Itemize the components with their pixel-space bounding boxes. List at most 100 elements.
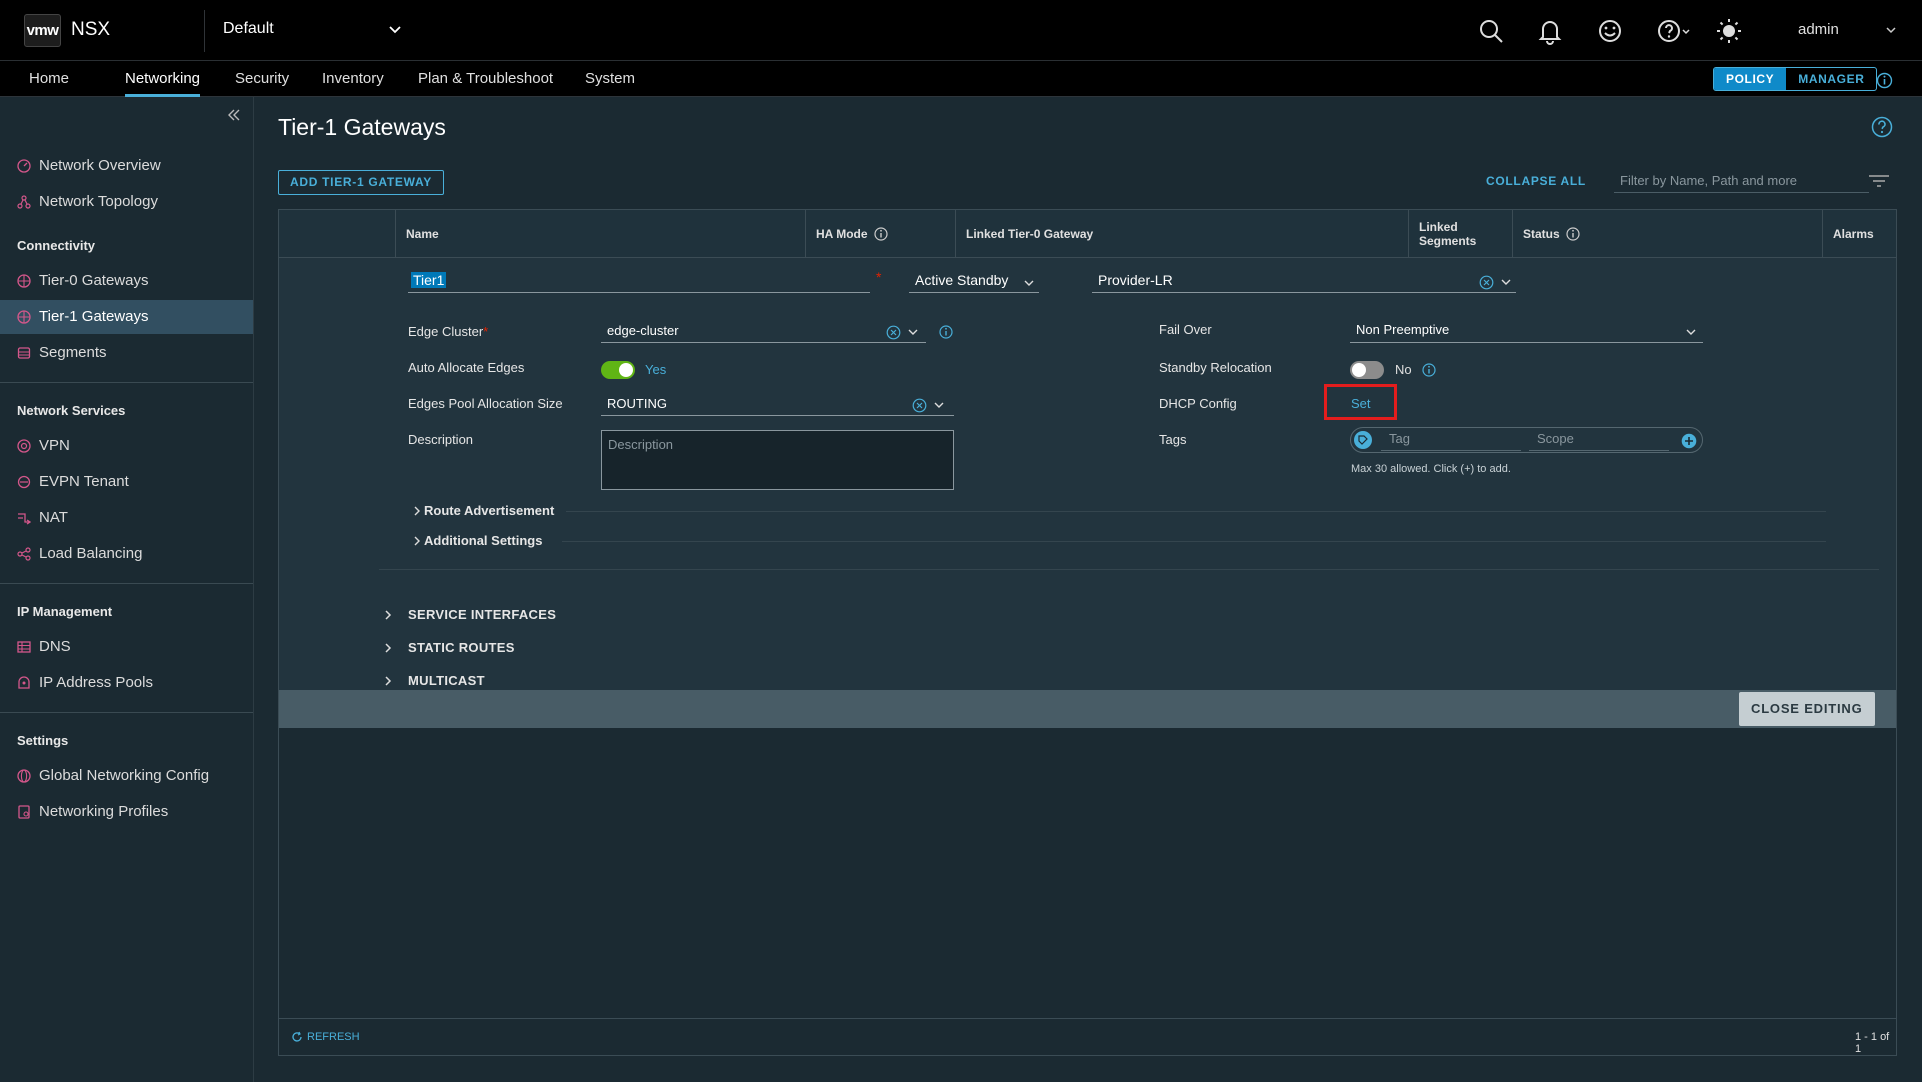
- sidebar-divider: [0, 712, 253, 713]
- fail-over-select[interactable]: Non Preemptive: [1350, 319, 1703, 343]
- edge-cluster-info-icon[interactable]: [939, 325, 953, 339]
- profile-icon: [18, 805, 30, 819]
- fail-over-label: Fail Over: [1159, 322, 1212, 337]
- add-tier1-gateway-button[interactable]: ADD TIER-1 GATEWAY: [278, 170, 444, 195]
- standby-relocation-toggle[interactable]: [1350, 361, 1384, 379]
- ha-mode-value: Active Standby: [915, 272, 1009, 288]
- main-nav: Home Networking Security Inventory Plan …: [0, 61, 1922, 97]
- sidebar-item-tier1-gateways[interactable]: Tier-1 Gateways: [0, 300, 253, 334]
- column-status[interactable]: Status: [1512, 210, 1696, 258]
- grid-body: Tier1 * Active Standby Provider-LR Edge …: [279, 258, 1896, 983]
- sidebar-section-network-services: Network Services: [17, 403, 126, 418]
- tab-inventory[interactable]: Inventory: [322, 70, 384, 97]
- pagination-info: 1 - 1 of 1: [1855, 1031, 1890, 1055]
- close-editing-button[interactable]: CLOSE EDITING: [1739, 692, 1875, 726]
- chevron-down-icon[interactable]: [907, 326, 919, 338]
- sidebar-item-label: Global Networking Config: [39, 767, 210, 784]
- scope-input[interactable]: Scope: [1529, 429, 1669, 451]
- chevron-down-icon: [1686, 329, 1696, 335]
- chevron-down-icon[interactable]: [1500, 276, 1512, 288]
- mode-info-icon[interactable]: [1876, 72, 1893, 89]
- collapse-sidebar-icon[interactable]: [226, 107, 242, 123]
- sidebar-item-networking-profiles[interactable]: Networking Profiles: [0, 795, 253, 829]
- policy-mode-button[interactable]: POLICY: [1714, 68, 1787, 90]
- chevron-right-icon[interactable]: [383, 609, 393, 621]
- linked-tier0-select[interactable]: Provider-LR: [1092, 269, 1516, 293]
- section-static-routes[interactable]: STATIC ROUTES: [408, 640, 515, 655]
- edge-cluster-select[interactable]: edge-cluster: [601, 319, 926, 343]
- collapse-all-button[interactable]: COLLAPSE ALL: [1486, 174, 1586, 188]
- column-alarms[interactable]: Alarms: [1822, 210, 1896, 258]
- context-dropdown[interactable]: Default: [223, 20, 403, 42]
- description-textarea[interactable]: Description: [601, 430, 954, 490]
- column-name[interactable]: Name: [395, 210, 805, 258]
- edges-pool-size-select[interactable]: ROUTING: [601, 392, 954, 416]
- tab-security[interactable]: Security: [235, 70, 289, 97]
- ha-mode-select[interactable]: Active Standby: [909, 269, 1039, 293]
- sidebar-item-label: Segments: [39, 344, 107, 361]
- clear-icon[interactable]: [912, 398, 927, 413]
- help-icon[interactable]: [1871, 116, 1893, 138]
- required-marker: *: [876, 269, 882, 285]
- refresh-button[interactable]: REFRESH: [291, 1031, 360, 1043]
- edit-actions-bar: CLOSE EDITING: [279, 690, 1896, 728]
- standby-info-icon[interactable]: [1422, 363, 1436, 377]
- sidebar-item-label: Tier-1 Gateways: [39, 308, 149, 325]
- fail-over-value: Non Preemptive: [1356, 322, 1450, 337]
- chevron-right-icon[interactable]: [383, 675, 393, 687]
- sidebar-item-segments[interactable]: Segments: [0, 336, 253, 370]
- gateway-icon: [17, 310, 31, 324]
- sidebar-item-global-networking-config[interactable]: Global Networking Config: [0, 759, 253, 793]
- sidebar-item-dns[interactable]: DNS: [0, 630, 253, 664]
- sidebar-item-ip-address-pools[interactable]: IP Address Pools: [0, 666, 253, 700]
- name-input[interactable]: Tier1: [408, 269, 870, 293]
- sidebar-item-vpn[interactable]: VPN: [0, 429, 253, 463]
- theme-sun-icon[interactable]: [1714, 16, 1744, 46]
- tab-plan-troubleshoot[interactable]: Plan & Troubleshoot: [418, 70, 553, 97]
- sidebar-item-network-overview[interactable]: Network Overview: [0, 149, 253, 183]
- route-advertisement-expander[interactable]: Route Advertisement: [412, 503, 554, 518]
- ha-mode-info-icon[interactable]: [873, 227, 888, 241]
- dhcp-config-set-link[interactable]: Set: [1351, 396, 1371, 411]
- clear-icon[interactable]: [886, 325, 901, 340]
- tab-networking[interactable]: Networking: [125, 70, 201, 97]
- user-chevron-down-icon[interactable]: [1884, 23, 1898, 37]
- add-tag-icon[interactable]: [1681, 433, 1697, 449]
- tab-system[interactable]: System: [585, 70, 635, 97]
- column-ha-mode[interactable]: HA Mode: [805, 210, 955, 258]
- column-linked-tier0[interactable]: Linked Tier-0 Gateway: [955, 210, 1408, 258]
- bell-icon[interactable]: [1535, 16, 1565, 46]
- sidebar-item-network-topology[interactable]: Network Topology: [0, 185, 253, 219]
- context-value: Default: [223, 20, 274, 37]
- additional-settings-expander[interactable]: Additional Settings: [412, 533, 542, 548]
- sidebar-section-connectivity: Connectivity: [17, 238, 96, 253]
- page-title: Tier-1 Gateways: [278, 114, 446, 140]
- status-info-icon[interactable]: [1566, 227, 1580, 241]
- header-divider: [204, 10, 205, 52]
- sidebar-item-tier0-gateways[interactable]: Tier-0 Gateways: [0, 264, 253, 298]
- sidebar-item-evpn-tenant[interactable]: EVPN Tenant: [0, 465, 253, 499]
- chevron-down-icon[interactable]: [933, 399, 945, 411]
- segment-icon: [17, 347, 31, 359]
- chevron-down-icon: [1024, 280, 1034, 286]
- tag-input[interactable]: Tag: [1381, 429, 1521, 451]
- toggle-knob: [1352, 363, 1366, 377]
- sidebar-item-load-balancing[interactable]: Load Balancing: [0, 537, 253, 571]
- tab-home[interactable]: Home: [29, 70, 69, 97]
- manager-mode-button[interactable]: MANAGER: [1786, 68, 1876, 90]
- chevron-right-icon[interactable]: [383, 642, 393, 654]
- globe-settings-icon: [17, 769, 31, 783]
- section-multicast[interactable]: MULTICAST: [408, 673, 485, 688]
- help-menu-icon[interactable]: [1654, 16, 1694, 46]
- user-menu[interactable]: admin: [1798, 21, 1839, 38]
- auto-allocate-toggle[interactable]: [601, 361, 635, 379]
- search-icon[interactable]: [1476, 16, 1506, 46]
- smiley-feedback-icon[interactable]: [1595, 16, 1625, 46]
- filter-icon[interactable]: [1868, 173, 1890, 189]
- filter-input[interactable]: [1614, 169, 1869, 193]
- sidebar-item-nat[interactable]: NAT: [0, 501, 253, 535]
- section-service-interfaces[interactable]: SERVICE INTERFACES: [408, 607, 556, 622]
- sidebar-item-label: IP Address Pools: [39, 674, 153, 691]
- clear-icon[interactable]: [1479, 275, 1494, 290]
- column-linked-segments[interactable]: Linked Segments: [1408, 210, 1512, 258]
